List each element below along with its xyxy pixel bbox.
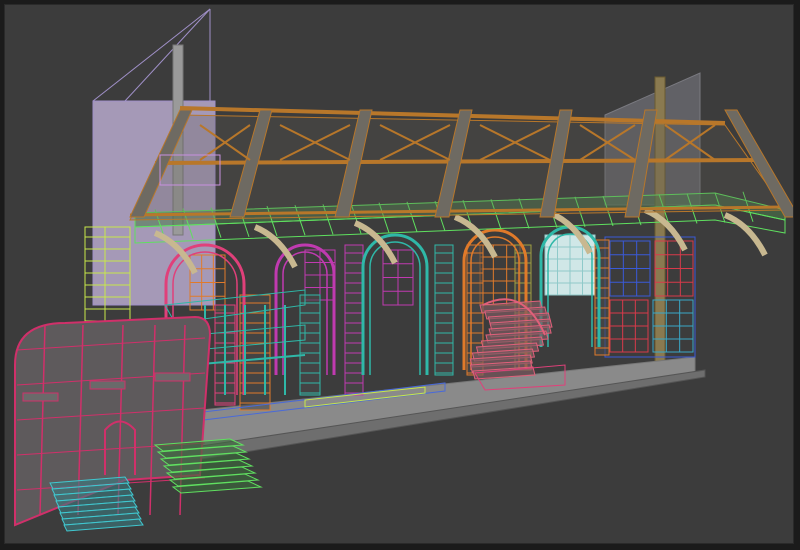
backdrop-guide-line [124,8,211,102]
orange-window-grid-frame [479,244,521,306]
arch-bracket [723,212,768,257]
backdrop-guide-line [92,8,211,102]
entrance-ledge [22,392,59,402]
floor-plane [154,356,696,454]
3d-viewport[interactable] [4,4,794,544]
wireframe-scene[interactable] [5,5,794,544]
column [299,294,321,396]
entrance-ledge [89,380,126,390]
column [434,244,454,376]
magenta-window-grid [382,249,414,306]
orange-window-grid [479,244,521,306]
red-window-grid-bottom [609,299,649,353]
arch-bracket [253,224,298,269]
roof-trusses [129,106,793,221]
entrance-ledge [154,372,191,382]
blue-window-grid [609,240,651,297]
